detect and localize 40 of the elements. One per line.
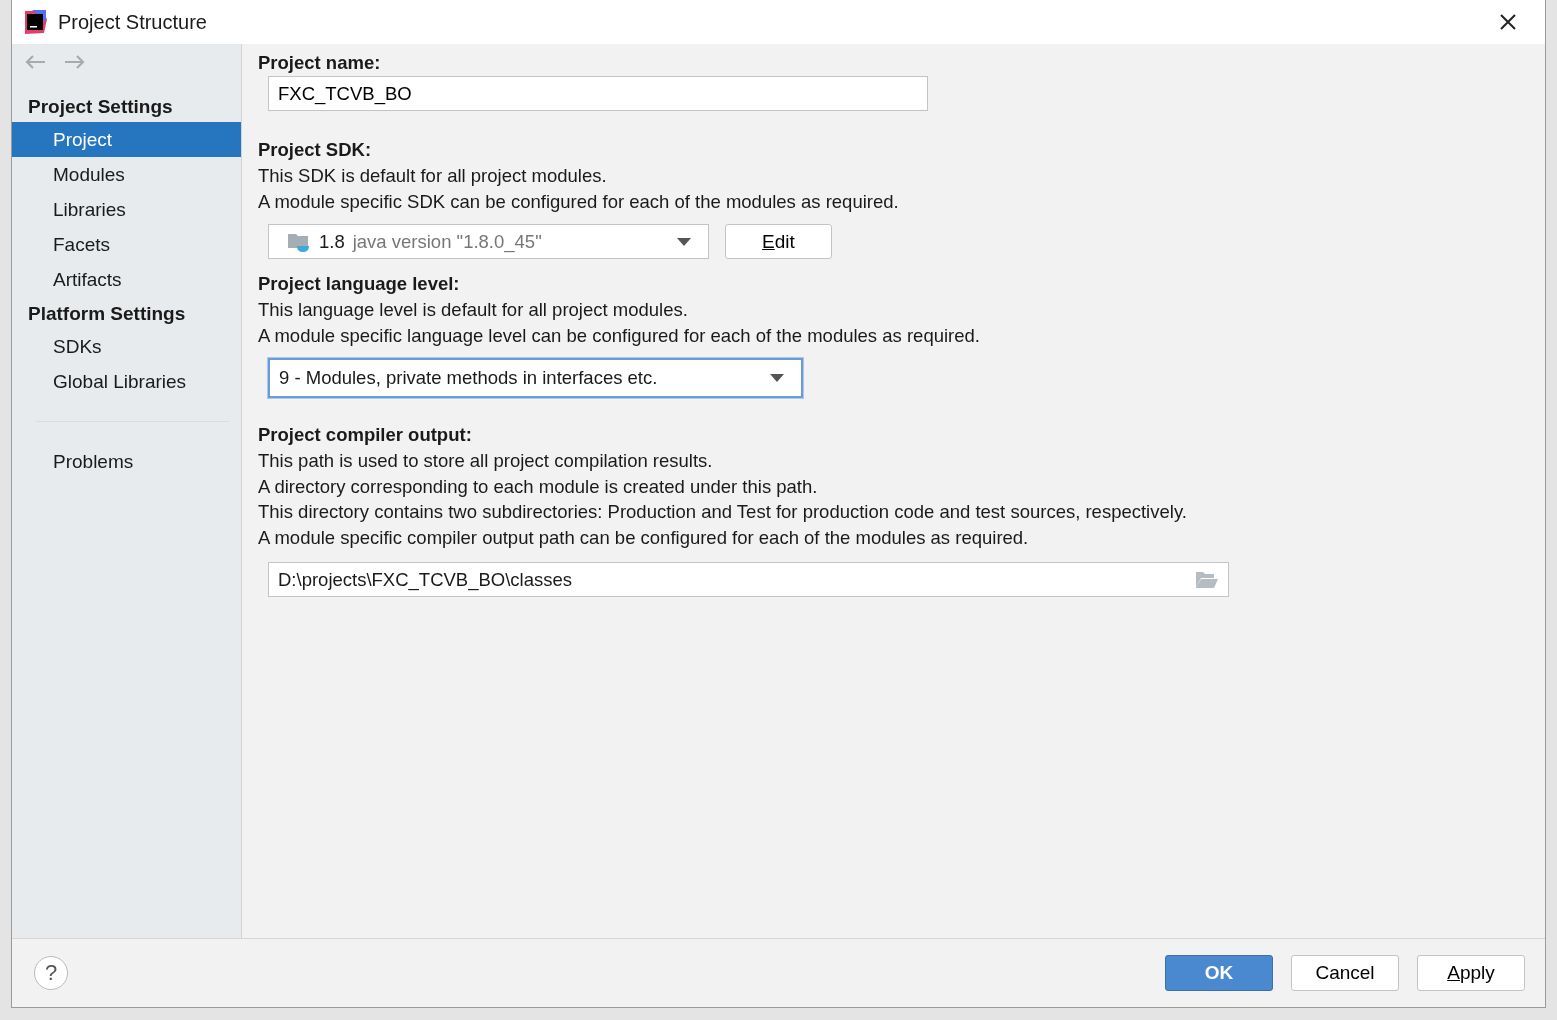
description-text: This directory contains two subdirectories: Production and Test for production code and test sources, respectively.: [258, 500, 1188, 524]
description-text: This language level is default for all project modules.: [258, 298, 689, 322]
output-path-field[interactable]: D:\projects\FXC_TCVB_BO\classes: [268, 562, 1229, 597]
sidebar-item[interactable]: Artifacts: [12, 262, 241, 297]
field-label: Project name:: [258, 52, 382, 74]
sidebar-item[interactable]: Problems: [12, 444, 241, 479]
dialog-button[interactable]: Apply: [1417, 955, 1525, 991]
dialog-button[interactable]: OK: [1165, 955, 1273, 991]
sdk-name: 1.8: [319, 230, 345, 253]
folder-icon[interactable]: [1195, 570, 1219, 589]
edit-button[interactable]: Edit: [725, 224, 832, 259]
description-text: This SDK is default for all project modules.: [258, 164, 608, 188]
caret-icon: [770, 374, 784, 382]
field-label: Project language level:: [258, 273, 461, 295]
sidebar-item[interactable]: SDKs: [12, 329, 241, 364]
description-text: A module specific compiler output path can be configured for each of the modules as required.: [258, 525, 1030, 550]
sdk-dropdown[interactable]: 1.8 java version "1.8.0_45": [268, 224, 709, 259]
description-text: A directory corresponding to each module is created under this path.: [258, 474, 819, 499]
back-arrow-icon[interactable]: [24, 54, 46, 70]
sidebar-item[interactable]: Modules: [12, 157, 241, 192]
language-level-dropdown[interactable]: 9 - Modules, private methods in interfaces etc.: [268, 358, 803, 398]
description-text: A module specific SDK can be configured for each of the modules as required.: [258, 189, 900, 214]
window-title: Project Structure: [58, 10, 207, 34]
section-heading: Project Settings: [27, 95, 174, 119]
caret-icon: [677, 237, 691, 246]
description-text: A module specific language level can be configured for each of the modules as required.: [258, 323, 981, 348]
app-logo-icon: [22, 9, 48, 35]
sidebar-item[interactable]: Project: [12, 122, 241, 157]
forward-arrow-icon[interactable]: [64, 54, 86, 70]
section-heading: Platform Settings: [27, 302, 187, 326]
description-text: This path is used to store all project compilation results.: [258, 449, 714, 473]
sidebar-item[interactable]: Libraries: [12, 192, 241, 227]
sidebar-item[interactable]: Global Libraries: [12, 364, 241, 399]
help-button[interactable]: ?: [34, 956, 68, 990]
project-name-field[interactable]: FXC_TCVB_BO: [268, 76, 928, 111]
sidebar-item[interactable]: Facets: [12, 227, 241, 262]
field-label: Project SDK:: [258, 139, 373, 161]
dialog-button[interactable]: Cancel: [1291, 955, 1399, 991]
sdk-version: java version "1.8.0_45": [352, 230, 542, 253]
field-label: Project compiler output:: [258, 424, 473, 446]
